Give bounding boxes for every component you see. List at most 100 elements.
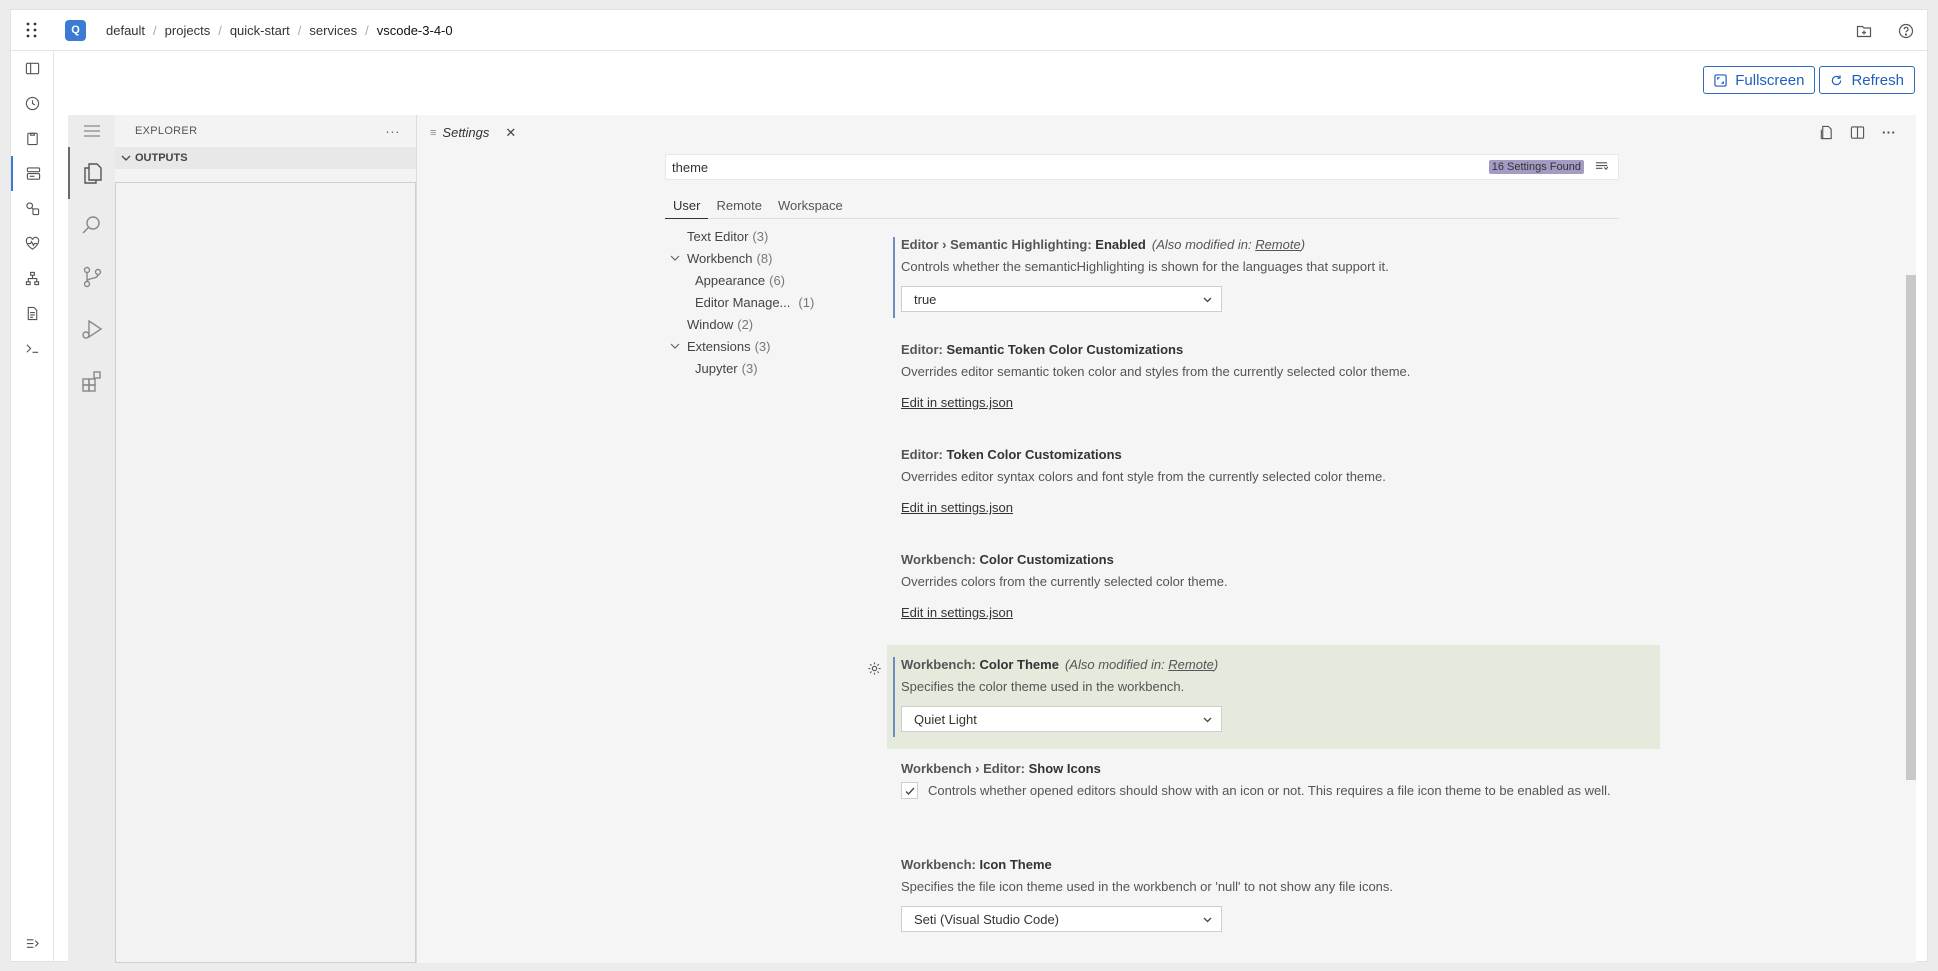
- toc-item-window[interactable]: Window (2): [665, 313, 845, 335]
- also-modified-suffix: ): [1213, 657, 1219, 672]
- search-icon[interactable]: [68, 199, 115, 251]
- explorer-icon[interactable]: [68, 147, 115, 199]
- settings-found-badge: 16 Settings Found: [1488, 160, 1584, 174]
- toc-count: (3): [754, 338, 771, 354]
- setting-name: Show Icons: [1028, 761, 1101, 776]
- workflow-icon[interactable]: [11, 261, 54, 296]
- select-value: Seti (Visual Studio Code): [914, 911, 1060, 927]
- remote-link[interactable]: Remote: [1168, 657, 1214, 672]
- settings-file-icon: ≡: [430, 126, 437, 139]
- refresh-button[interactable]: Refresh: [1819, 66, 1915, 94]
- tab-label: Settings: [442, 125, 490, 140]
- toc-count: (8): [756, 250, 773, 266]
- toc-item-editor-management[interactable]: Editor Manage... (1): [665, 291, 845, 313]
- services-icon[interactable]: [11, 156, 54, 191]
- setting-description: Overrides editor syntax colors and font …: [901, 469, 1386, 484]
- filter-icon[interactable]: [1595, 160, 1609, 176]
- setting-icon-theme: Workbench: Icon Theme Specifies the file…: [887, 845, 1660, 944]
- chevron-down-icon: [670, 255, 680, 261]
- top-bar: Q default / projects / quick-start / ser…: [11, 10, 1927, 51]
- select-value: true: [914, 291, 937, 307]
- setting-name: Semantic Token Color Customizations: [946, 342, 1184, 357]
- extensions-icon[interactable]: [68, 355, 115, 407]
- top-right-icons: [1843, 10, 1927, 51]
- explorer-sidebar: EXPLORER ··· OUTPUTS: [115, 115, 417, 963]
- split-editor-icon[interactable]: [1850, 125, 1865, 140]
- setting-category: Workbench:: [901, 657, 980, 672]
- breadcrumb-item[interactable]: projects: [165, 23, 211, 38]
- toc-item-workbench[interactable]: Workbench (8): [665, 247, 845, 269]
- setting-name: Icon Theme: [979, 857, 1052, 872]
- run-debug-icon[interactable]: [68, 303, 115, 355]
- document-icon[interactable]: [11, 296, 54, 331]
- setting-name: Color Customizations: [979, 552, 1114, 567]
- setting-semantic-highlighting: Editor › Semantic Highlighting: Enabled (…: [887, 225, 1660, 330]
- clipboard-icon[interactable]: [11, 121, 54, 156]
- setting-description: Specifies the color theme used in the wo…: [901, 679, 1185, 694]
- setting-title: Workbench: Color Customizations: [901, 552, 1648, 567]
- settings-list: Editor › Semantic Highlighting: Enabled (…: [868, 225, 1660, 944]
- setting-color-theme: Workbench: Color Theme (Also modified in:…: [868, 645, 1660, 749]
- toc-count: (2): [737, 316, 754, 332]
- tab-user[interactable]: User: [665, 192, 709, 219]
- folder-icon[interactable]: [1843, 23, 1885, 39]
- outputs-tree[interactable]: [115, 182, 416, 963]
- models-icon[interactable]: [11, 191, 54, 226]
- fullscreen-button[interactable]: Fullscreen: [1703, 66, 1816, 94]
- setting-category: Editor:: [901, 342, 947, 357]
- panel-icon[interactable]: [11, 51, 54, 86]
- edit-in-settings-json-link[interactable]: Edit in settings.json: [901, 395, 1013, 410]
- outputs-section-header[interactable]: OUTPUTS: [115, 147, 416, 169]
- vscode-frame: EXPLORER ··· OUTPUTS ≡ Settings ✕ theme …: [68, 115, 1916, 963]
- also-modified-note: (Also modified in: Remote): [1065, 657, 1218, 672]
- collapse-rail-icon[interactable]: [11, 933, 54, 953]
- history-icon[interactable]: [11, 86, 54, 121]
- help-icon[interactable]: [1885, 23, 1927, 39]
- close-icon[interactable]: ✕: [505, 125, 516, 141]
- toc-item-appearance[interactable]: Appearance (6): [665, 269, 845, 291]
- terminal-icon[interactable]: [11, 331, 54, 366]
- toc-item-text-editor[interactable]: Text Editor (3): [665, 225, 845, 247]
- project-badge[interactable]: Q: [65, 19, 86, 41]
- tab-workspace[interactable]: Workspace: [770, 192, 851, 219]
- more-actions-icon[interactable]: [1881, 125, 1896, 140]
- monitoring-icon[interactable]: [11, 226, 54, 261]
- breadcrumb-separator: /: [153, 22, 157, 38]
- source-control-icon[interactable]: [68, 251, 115, 303]
- chevron-down-icon: [121, 155, 131, 161]
- open-settings-json-icon[interactable]: [1819, 125, 1834, 140]
- activity-bar: [68, 115, 115, 963]
- setting-semantic-token-colors: Editor: Semantic Token Color Customizati…: [887, 330, 1660, 435]
- tab-settings[interactable]: ≡ Settings ✕: [418, 115, 526, 150]
- breadcrumb-item[interactable]: default: [106, 23, 145, 38]
- chevron-down-icon: [1203, 917, 1212, 923]
- show-icons-checkbox[interactable]: [901, 782, 918, 799]
- menu-icon[interactable]: [68, 115, 115, 147]
- setting-category: Workbench:: [901, 552, 980, 567]
- setting-category: Editor:: [901, 447, 947, 462]
- fullscreen-label: Fullscreen: [1735, 71, 1805, 89]
- edit-in-settings-json-link[interactable]: Edit in settings.json: [901, 605, 1013, 620]
- settings-scrollbar[interactable]: [1906, 275, 1916, 780]
- breadcrumb-item[interactable]: services: [309, 23, 357, 38]
- setting-token-colors: Editor: Token Color Customizations Overr…: [887, 435, 1660, 540]
- apps-menu-icon[interactable]: [11, 10, 53, 51]
- tab-remote[interactable]: Remote: [708, 192, 770, 219]
- setting-description: Overrides colors from the currently sele…: [901, 574, 1228, 589]
- remote-link[interactable]: Remote: [1255, 237, 1301, 252]
- gear-icon[interactable]: [867, 661, 882, 676]
- toc-label: Window: [687, 316, 734, 332]
- toc-label: Extensions: [687, 338, 751, 354]
- toc-item-jupyter[interactable]: Jupyter (3): [665, 357, 845, 379]
- toc-label: Text Editor: [687, 228, 749, 244]
- breadcrumb-item[interactable]: quick-start: [230, 23, 290, 38]
- more-actions-icon[interactable]: ···: [385, 123, 400, 139]
- toc-item-extensions[interactable]: Extensions (3): [665, 335, 845, 357]
- setting-title: Editor: Token Color Customizations: [901, 447, 1648, 462]
- icon-theme-select[interactable]: Seti (Visual Studio Code): [901, 906, 1222, 932]
- semantic-highlighting-select[interactable]: true: [901, 286, 1222, 312]
- settings-search-input[interactable]: theme 16 Settings Found: [665, 154, 1619, 180]
- select-value: Quiet Light: [914, 711, 977, 727]
- edit-in-settings-json-link[interactable]: Edit in settings.json: [901, 500, 1013, 515]
- color-theme-select[interactable]: Quiet Light: [901, 706, 1222, 732]
